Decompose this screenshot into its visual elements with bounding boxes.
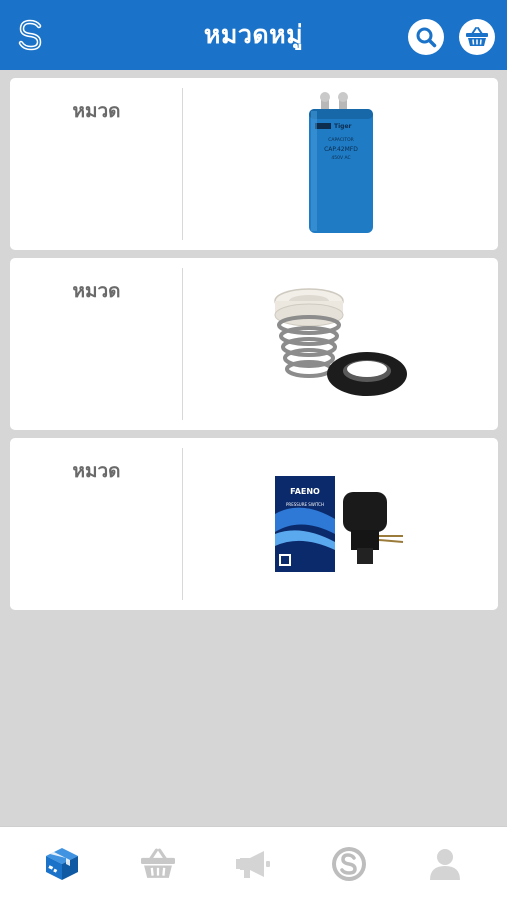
- tab-profile[interactable]: [415, 834, 475, 894]
- pressure-switch-image: FAENO PRESSURE SWITCH: [183, 438, 498, 610]
- category-card[interactable]: หมวด: [10, 258, 498, 430]
- capacitor-image: Tiger CAPACITOR CAP.42MFD 450V AC: [183, 78, 498, 250]
- box-icon: [45, 847, 78, 880]
- svg-text:CAP.42MFD: CAP.42MFD: [324, 146, 358, 153]
- svg-text:Tiger: Tiger: [334, 123, 352, 130]
- category-label: หมวด: [72, 280, 121, 302]
- app-header: หมวดหมู่: [0, 0, 507, 70]
- svg-text:PRESSURE SWITCH: PRESSURE SWITCH: [286, 502, 324, 507]
- tab-categories[interactable]: [32, 834, 92, 894]
- tab-cart[interactable]: [128, 834, 188, 894]
- user-icon: [430, 848, 461, 880]
- basket-icon: [466, 27, 488, 46]
- search-button[interactable]: [408, 19, 444, 55]
- svg-text:FAENO: FAENO: [290, 487, 320, 496]
- cart-button[interactable]: [459, 19, 495, 55]
- mechanical-seal-image: [183, 258, 498, 430]
- basket-icon: [140, 848, 175, 878]
- category-list: หมวด Tiger CAPACITOR CAP.42MFD 450V AC ห…: [10, 78, 498, 618]
- s-logo-icon[interactable]: [14, 18, 48, 52]
- category-label: หมวด: [72, 460, 121, 482]
- category-card[interactable]: หมวด FAENO PRESSURE SWITCH: [10, 438, 498, 610]
- search-icon: [416, 27, 437, 48]
- tab-points[interactable]: [319, 834, 379, 894]
- category-label: หมวด: [72, 100, 121, 122]
- page-title: หมวดหมู่: [203, 20, 304, 49]
- tab-promotions[interactable]: [223, 834, 283, 894]
- svg-text:CAPACITOR: CAPACITOR: [328, 137, 354, 143]
- s-coin-icon: [332, 846, 367, 881]
- category-card[interactable]: หมวด Tiger CAPACITOR CAP.42MFD 450V AC: [10, 78, 498, 250]
- megaphone-icon: [236, 850, 271, 878]
- svg-text:450V AC: 450V AC: [331, 155, 350, 161]
- bottom-tab-bar: [0, 826, 507, 900]
